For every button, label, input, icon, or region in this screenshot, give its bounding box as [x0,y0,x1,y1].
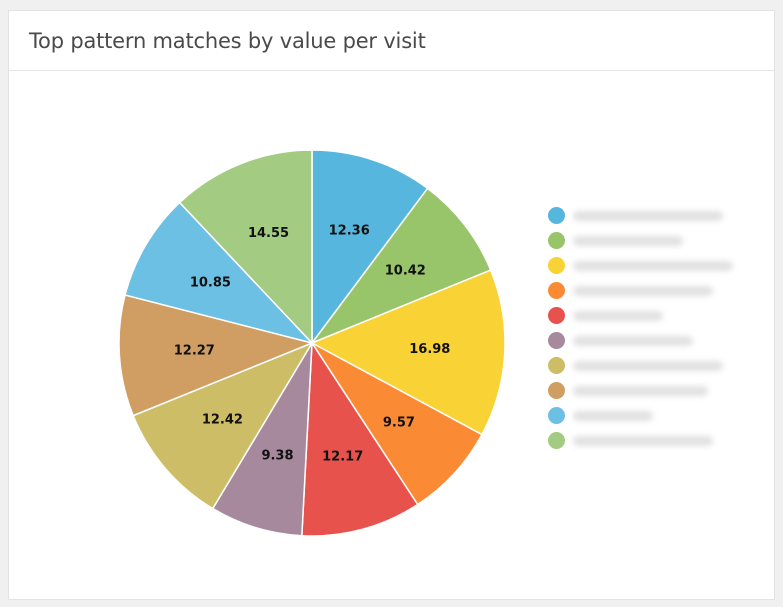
legend-label-obscured [573,235,683,246]
legend-swatch [548,207,565,224]
legend-item-1[interactable] [548,203,748,228]
legend-label-obscured [573,435,713,446]
legend-item-5[interactable] [548,303,748,328]
legend-swatch [548,432,565,449]
legend-swatch [548,257,565,274]
pie-slice-label-7: 12.42 [202,412,243,427]
legend-swatch [548,357,565,374]
legend-item-7[interactable] [548,353,748,378]
legend-swatch [548,282,565,299]
pie-slice-label-2: 10.42 [385,263,426,278]
pie-slice-label-6: 9.38 [261,448,293,463]
legend-swatch [548,407,565,424]
pie-slice-label-5: 12.17 [322,449,363,464]
legend-swatch [548,382,565,399]
legend-item-2[interactable] [548,228,748,253]
legend-item-3[interactable] [548,253,748,278]
pie-slice-label-9: 10.85 [190,276,231,291]
legend-label-obscured [573,285,713,296]
legend-swatch [548,307,565,324]
legend-item-6[interactable] [548,328,748,353]
legend-label-obscured [573,385,708,396]
pie-slice-label-10: 14.55 [248,226,289,241]
pie-slice-label-1: 12.36 [329,224,370,239]
chart-legend [548,203,748,453]
legend-label-obscured [573,360,723,371]
legend-label-obscured [573,410,653,421]
legend-item-10[interactable] [548,428,748,453]
pie-slice-label-4: 9.57 [383,415,415,430]
legend-item-4[interactable] [548,278,748,303]
legend-item-9[interactable] [548,403,748,428]
legend-label-obscured [573,335,693,346]
legend-item-8[interactable] [548,378,748,403]
legend-label-obscured [573,310,663,321]
legend-label-obscured [573,210,723,221]
legend-swatch [548,332,565,349]
pie-slice-label-8: 12.27 [174,343,215,358]
pie-slice-label-3: 16.98 [409,342,450,357]
legend-swatch [548,232,565,249]
legend-label-obscured [573,260,733,271]
